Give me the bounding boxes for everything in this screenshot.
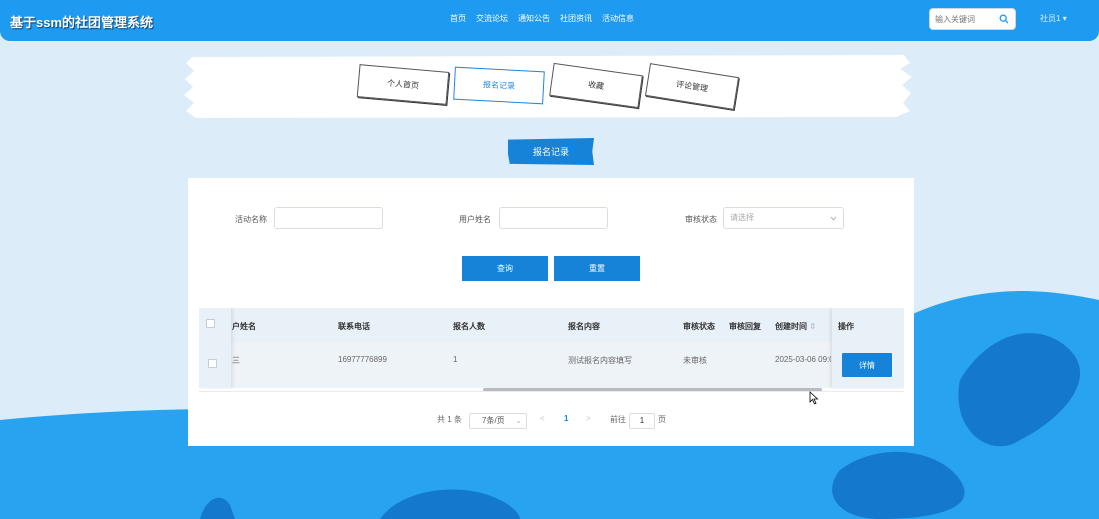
table-header: 户姓名 联系电话 报名人数 报名内容 审核状态 审核回复 创建时间 ⇳	[199, 308, 904, 342]
chevron-down-icon: ⌄	[515, 416, 522, 425]
app-title: 基于ssm的社团管理系统	[10, 15, 154, 30]
activity-name-field[interactable]	[274, 207, 383, 229]
mouse-cursor-icon	[809, 391, 819, 405]
tab-favorites-label: 收藏	[587, 79, 605, 92]
nav-home[interactable]: 首页	[450, 13, 466, 24]
page-number[interactable]: 1	[564, 414, 568, 423]
tab-registration[interactable]: 报名记录	[453, 66, 545, 105]
search-box	[929, 8, 1016, 30]
user-name-label: 用户姓名	[459, 215, 491, 224]
nav-activities[interactable]: 活动信息	[602, 13, 634, 24]
status-select[interactable]: 请选择	[723, 207, 844, 229]
search-input[interactable]	[930, 9, 994, 29]
top-navbar: 基于ssm的社团管理系统 首页 交流论坛 通知公告 社团资讯 活动信息 社员1 …	[0, 0, 1099, 41]
tab-registration-label: 报名记录	[482, 80, 516, 91]
page-size-select[interactable]: 7条/页 ⌄	[469, 413, 527, 429]
user-menu[interactable]: 社员1 ▾	[1040, 13, 1067, 24]
cell-created: 2025-03-06 09:0	[775, 355, 831, 364]
fixed-selection-column	[199, 308, 231, 388]
chevron-down-icon: ▾	[1062, 14, 1067, 23]
detail-button[interactable]: 详情	[842, 353, 892, 377]
tab-comments-label: 评论管理	[675, 79, 709, 94]
header-user-name: 户姓名	[232, 322, 256, 331]
next-page-button[interactable]: >	[586, 414, 591, 423]
status-label: 审核状态	[685, 215, 717, 224]
header-content: 报名内容	[568, 322, 600, 331]
fixed-actions-column: 操作 详情	[832, 308, 904, 388]
brush-background	[184, 55, 912, 118]
main-nav: 首页 交流论坛 通知公告 社团资讯 活动信息	[450, 13, 644, 24]
header-created-label: 创建时间	[775, 322, 807, 331]
user-name: 社员1	[1040, 14, 1061, 23]
header-reply: 审核回复	[729, 322, 761, 331]
sort-icon[interactable]: ⇳	[809, 322, 816, 331]
query-button[interactable]: 查询	[462, 256, 548, 281]
tabs-strip: 个人首页 报名记录 收藏 评论管理	[184, 53, 913, 119]
row-checkbox[interactable]	[208, 359, 217, 368]
goto-label: 前往	[610, 415, 626, 424]
nav-notice[interactable]: 通知公告	[518, 13, 550, 24]
section-title: 报名记录	[508, 138, 594, 165]
table-row: 三 16977776899 1 测试报名内容填写 未审核 2025-03-06 …	[199, 342, 904, 388]
header-actions: 操作	[838, 322, 854, 331]
cell-count: 1	[453, 355, 458, 364]
horizontal-scrollbar[interactable]	[483, 388, 822, 391]
cell-user-name: 三	[232, 356, 240, 365]
chevron-down-icon	[830, 216, 837, 221]
page-suffix: 页	[658, 415, 666, 424]
nav-club-news[interactable]: 社团资讯	[560, 13, 592, 24]
header-created[interactable]: 创建时间 ⇳	[775, 321, 816, 332]
nav-forum[interactable]: 交流论坛	[476, 13, 508, 24]
cell-phone: 16977776899	[338, 355, 387, 364]
prev-page-button[interactable]: <	[540, 414, 545, 423]
status-select-placeholder: 请选择	[730, 213, 754, 222]
activity-name-label: 活动名称	[235, 215, 267, 224]
pagination-total: 共 1 条	[437, 415, 462, 424]
page-size-value: 7条/页	[482, 416, 505, 425]
registration-table: 户姓名 联系电话 报名人数 报名内容 审核状态 审核回复 创建时间 ⇳ 三 16…	[199, 308, 904, 392]
select-all-checkbox[interactable]	[206, 319, 215, 328]
search-icon[interactable]	[999, 14, 1009, 24]
header-count: 报名人数	[453, 322, 485, 331]
cell-content: 测试报名内容填写	[568, 356, 632, 365]
tab-profile-label: 个人首页	[386, 78, 420, 91]
user-name-field[interactable]	[499, 207, 608, 229]
content-card: 活动名称 用户姓名 审核状态 请选择 查询 重置 户姓名 联系电话 报名人数 报…	[188, 178, 914, 446]
goto-page-input[interactable]: 1	[629, 413, 655, 429]
header-status: 审核状态	[683, 322, 715, 331]
header-phone: 联系电话	[338, 322, 370, 331]
cell-status: 未审核	[683, 356, 707, 365]
reset-button[interactable]: 重置	[554, 256, 640, 281]
